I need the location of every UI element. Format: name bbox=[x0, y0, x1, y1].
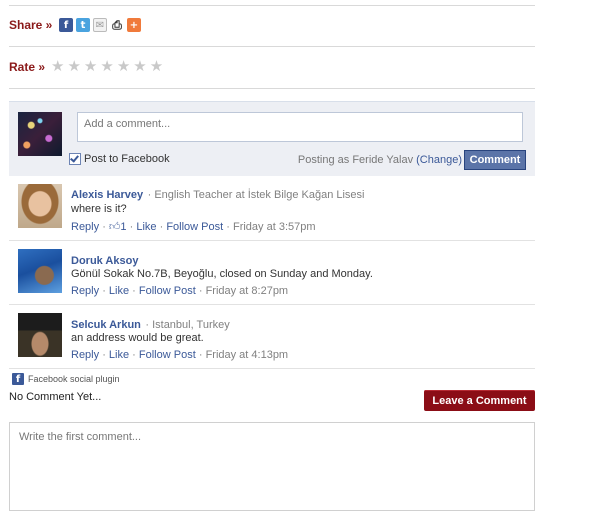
comment-button[interactable]: Comment bbox=[464, 150, 526, 170]
star-icon[interactable]: ★ bbox=[84, 59, 97, 74]
post-to-facebook-toggle[interactable]: Post to Facebook bbox=[69, 153, 170, 165]
follow-post-link[interactable]: Follow Post bbox=[139, 285, 196, 297]
like-link[interactable]: Like bbox=[109, 349, 129, 361]
follow-post-link[interactable]: Follow Post bbox=[166, 221, 223, 233]
facebook-plugin-footer: f Facebook social plugin bbox=[12, 373, 120, 385]
list-item: Selcuk Arkun · Istanbul, Turkey an addre… bbox=[9, 305, 535, 369]
email-icon[interactable]: ✉ bbox=[93, 18, 107, 32]
comment-input[interactable]: Add a comment... bbox=[77, 112, 523, 142]
share-icons: f t ✉ ⎙ + bbox=[59, 18, 141, 32]
list-item: Alexis Harvey · English Teacher at İstek… bbox=[9, 176, 535, 241]
commenter-name[interactable]: Doruk Aksoy bbox=[71, 255, 138, 267]
comment-time[interactable]: Friday at 4:13pm bbox=[206, 349, 289, 361]
user-avatar bbox=[18, 112, 62, 156]
no-comment-text: No Comment Yet... bbox=[9, 391, 102, 403]
commenter-meta: · Istanbul, Turkey bbox=[145, 319, 230, 331]
avatar[interactable] bbox=[18, 249, 62, 293]
addthis-icon[interactable]: + bbox=[127, 18, 141, 32]
comment-composer: Add a comment... Post to Facebook Postin… bbox=[9, 101, 535, 176]
commenter-name[interactable]: Alexis Harvey bbox=[71, 189, 143, 201]
comment-text: Gönül Sokak No.7B, Beyoğlu, closed on Su… bbox=[71, 268, 373, 280]
avatar[interactable] bbox=[18, 184, 62, 228]
rating-stars[interactable]: ★ ★ ★ ★ ★ ★ ★ bbox=[51, 59, 163, 74]
commenter-meta: · English Teacher at İstek Bilge Kağan L… bbox=[147, 189, 365, 201]
star-icon[interactable]: ★ bbox=[150, 59, 163, 74]
posting-as-label: Posting as Feride Yalav bbox=[297, 154, 414, 166]
first-comment-textarea[interactable]: Write the first comment... bbox=[9, 422, 535, 511]
likes-count[interactable]: 1 bbox=[120, 221, 126, 233]
comment-text: an address would be great. bbox=[71, 332, 204, 344]
plugin-label[interactable]: Facebook social plugin bbox=[28, 374, 120, 384]
facebook-icon: f bbox=[12, 373, 24, 385]
list-item: Doruk Aksoy Gönül Sokak No.7B, Beyoğlu, … bbox=[9, 241, 535, 305]
reply-link[interactable]: Reply bbox=[71, 285, 99, 297]
divider bbox=[9, 88, 535, 89]
star-icon[interactable]: ★ bbox=[117, 59, 130, 74]
twitter-icon[interactable]: t bbox=[76, 18, 90, 32]
star-icon[interactable]: ★ bbox=[133, 59, 146, 74]
divider bbox=[9, 5, 535, 6]
star-icon[interactable]: ★ bbox=[100, 59, 113, 74]
avatar[interactable] bbox=[18, 313, 62, 357]
reply-link[interactable]: Reply bbox=[71, 221, 99, 233]
share-label: Share » bbox=[9, 18, 53, 32]
comment-time[interactable]: Friday at 8:27pm bbox=[206, 285, 289, 297]
follow-post-link[interactable]: Follow Post bbox=[139, 349, 196, 361]
commenter-name[interactable]: Selcuk Arkun bbox=[71, 319, 141, 331]
comment-text: where is it? bbox=[71, 203, 127, 215]
comment-time[interactable]: Friday at 3:57pm bbox=[233, 221, 316, 233]
like-link[interactable]: Like bbox=[136, 221, 156, 233]
divider bbox=[9, 46, 535, 47]
checkbox[interactable] bbox=[69, 153, 81, 165]
facebook-icon[interactable]: f bbox=[59, 18, 73, 32]
reply-link[interactable]: Reply bbox=[71, 349, 99, 361]
thumbs-up-icon: 👍︎ bbox=[108, 221, 121, 233]
rate-label: Rate » bbox=[9, 60, 46, 74]
like-link[interactable]: Like bbox=[109, 285, 129, 297]
post-to-facebook-label: Post to Facebook bbox=[84, 153, 170, 165]
star-icon[interactable]: ★ bbox=[67, 59, 80, 74]
change-link[interactable]: (Change) bbox=[416, 154, 462, 166]
star-icon[interactable]: ★ bbox=[51, 59, 64, 74]
posting-as: Posting as Feride Yalav (Change) bbox=[298, 154, 462, 166]
print-icon[interactable]: ⎙ bbox=[110, 18, 124, 32]
leave-comment-button[interactable]: Leave a Comment bbox=[424, 390, 535, 411]
